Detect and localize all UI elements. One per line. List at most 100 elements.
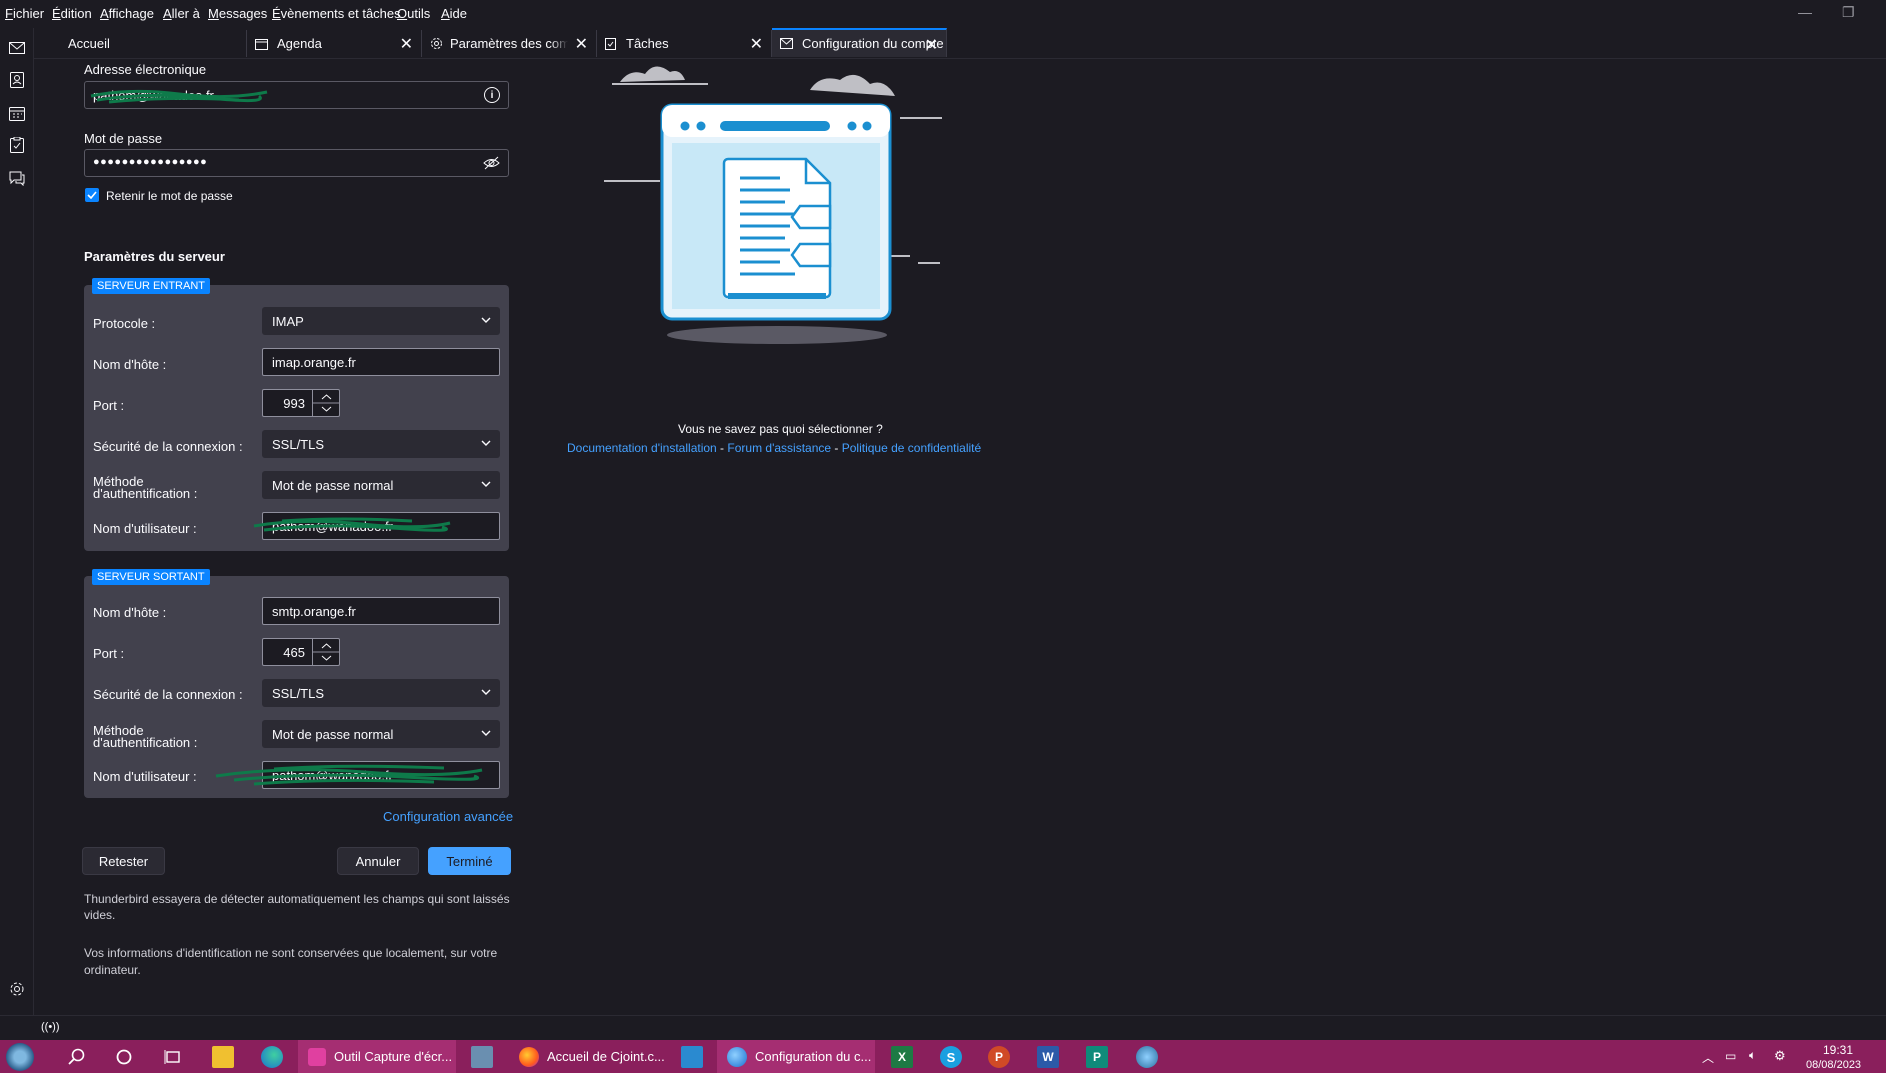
remember-password-label: Retenir le mot de passe: [106, 189, 233, 203]
protocol-value: IMAP: [272, 313, 304, 329]
chevron-down-icon: [481, 689, 491, 695]
settings-gear-icon: [431, 38, 442, 49]
tab-agenda[interactable]: Agenda ✕: [247, 30, 422, 57]
cortana-icon[interactable]: [113, 1046, 135, 1068]
outgoing-port-value: 465: [283, 645, 305, 660]
document-illustration: [604, 66, 942, 344]
calendar-icon[interactable]: [7, 103, 27, 123]
incoming-port-label: Port :: [93, 398, 125, 413]
cancel-button[interactable]: Annuler: [337, 847, 419, 875]
link-separator: -: [716, 441, 728, 455]
chevron-up-icon[interactable]: ︿: [1702, 1049, 1714, 1066]
link-separator: -: [831, 441, 842, 455]
hide-password-icon[interactable]: [483, 156, 500, 170]
tab-accueil[interactable]: Accueil: [34, 30, 247, 57]
installation-doc-link[interactable]: Documentation d'installation: [567, 441, 717, 455]
chevron-down-icon: [481, 440, 491, 446]
retest-button-label: Retester: [98, 853, 149, 869]
restore-icon[interactable]: ❐: [1842, 4, 1855, 21]
start-button-icon[interactable]: [6, 1043, 34, 1071]
store-icon[interactable]: [212, 1046, 234, 1068]
volume-icon[interactable]: 🔈︎: [1749, 1048, 1756, 1063]
incoming-auth-select[interactable]: Mot de passe normal: [262, 471, 500, 499]
powerpoint-icon[interactable]: P: [988, 1046, 1010, 1068]
incoming-username-label: Nom d'utilisateur :: [93, 521, 197, 536]
advanced-config-link[interactable]: Configuration avancée: [383, 809, 513, 824]
close-icon[interactable]: ✕: [575, 34, 588, 54]
menu-fichier[interactable]: Fichier: [5, 6, 44, 21]
clock-date[interactable]: 08/08/2023: [1806, 1059, 1861, 1071]
menu-outils[interactable]: Outils: [397, 6, 430, 21]
privacy-policy-link[interactable]: Politique de confidentialité: [842, 441, 981, 455]
close-icon[interactable]: ✕: [750, 34, 763, 54]
task-view-icon[interactable]: [162, 1046, 184, 1068]
tab-parametres-comptes[interactable]: Paramètres des comptes Co ✕: [422, 30, 597, 57]
calculator-icon[interactable]: [471, 1046, 493, 1068]
chat-icon[interactable]: [7, 168, 27, 188]
incoming-security-select[interactable]: SSL/TLS: [262, 430, 500, 458]
windows-taskbar: Outil Capture d'écr... Accueil de Cjoint…: [0, 1040, 1886, 1073]
password-field[interactable]: ●●●●●●●●●●●●●●●●: [84, 149, 509, 177]
tab-label: Paramètres des comptes Co: [450, 36, 568, 51]
menu-evenements-taches[interactable]: Évènements et tâches: [272, 6, 401, 21]
screen-capture-icon[interactable]: [681, 1046, 703, 1068]
support-forum-link[interactable]: Forum d'assistance: [727, 441, 831, 455]
online-status-icon[interactable]: ((•)): [41, 1021, 60, 1033]
email-field[interactable]: pathom@wanadoo.fr i: [84, 81, 509, 109]
autodetect-note: Thunderbird essayera de détecter automat…: [84, 892, 510, 922]
taskbar-app-snipping-tool[interactable]: Outil Capture d'écr...: [298, 1040, 456, 1073]
incoming-hostname-input[interactable]: imap.orange.fr: [262, 348, 500, 376]
mail-icon[interactable]: [7, 38, 27, 58]
edge-icon[interactable]: [261, 1046, 283, 1068]
tasks-icon[interactable]: [7, 135, 27, 155]
incoming-server-badge: SERVEUR ENTRANT: [92, 278, 210, 294]
settings-gear-icon[interactable]: ⚙︎: [1774, 1048, 1786, 1064]
stepper-up-down-icon: [313, 643, 340, 661]
incoming-port-stepper[interactable]: 993: [262, 389, 340, 417]
thunderbird-icon: [727, 1046, 747, 1067]
taskbar-app-firefox[interactable]: Accueil de Cjoint.c...: [509, 1040, 669, 1073]
chevron-down-icon: [481, 730, 491, 736]
protocol-select[interactable]: IMAP: [262, 307, 500, 335]
help-question: Vous ne savez pas quoi sélectionner ?: [678, 422, 883, 436]
menu-aide[interactable]: Aide: [441, 6, 467, 21]
tab-configuration-compte[interactable]: Configuration du compte ✕: [772, 28, 947, 57]
minimize-icon[interactable]: —: [1798, 4, 1812, 20]
taskbar-app-label: Accueil de Cjoint.c...: [547, 1049, 665, 1064]
menu-edition[interactable]: Édition: [52, 6, 92, 21]
clock-time[interactable]: 19:31: [1823, 1043, 1853, 1057]
network-app-icon[interactable]: [1136, 1046, 1158, 1068]
taskbar-app-thunderbird[interactable]: Configuration du c...: [717, 1040, 875, 1073]
tab-taches[interactable]: Tâches ✕: [597, 30, 772, 57]
incoming-server-panel: SERVEUR ENTRANT Protocole : IMAP Nom d'h…: [84, 278, 509, 551]
close-icon[interactable]: ✕: [400, 34, 413, 54]
info-icon[interactable]: i: [484, 87, 500, 103]
publisher-icon[interactable]: P: [1086, 1046, 1108, 1068]
network-icon[interactable]: ▭: [1725, 1049, 1736, 1063]
menu-aller-a[interactable]: Aller à: [163, 6, 200, 21]
menu-messages[interactable]: Messages: [208, 6, 267, 21]
outgoing-hostname-input[interactable]: smtp.orange.fr: [262, 597, 500, 625]
retest-button[interactable]: Retester: [82, 847, 165, 875]
settings-gear-icon[interactable]: [7, 979, 27, 999]
close-icon[interactable]: ✕: [925, 35, 938, 55]
outgoing-auth-select[interactable]: Mot de passe normal: [262, 720, 500, 748]
cancel-button-label: Annuler: [355, 853, 401, 869]
outgoing-auth-value: Mot de passe normal: [272, 726, 394, 742]
stepper-arrows[interactable]: [312, 639, 340, 665]
remember-password-checkbox[interactable]: [85, 188, 99, 202]
spaces-toolbar: [0, 28, 34, 1041]
incoming-hostname-label: Nom d'hôte :: [93, 357, 167, 372]
address-book-icon[interactable]: [7, 70, 27, 90]
outgoing-port-stepper[interactable]: 465: [262, 638, 340, 666]
taskbar-app-label: Outil Capture d'écr...: [334, 1049, 453, 1064]
outgoing-server-panel: SERVEUR SORTANT Nom d'hôte : smtp.orange…: [84, 569, 509, 798]
stepper-arrows[interactable]: [312, 390, 340, 416]
menu-affichage[interactable]: Affichage: [100, 6, 154, 21]
done-button[interactable]: Terminé: [428, 847, 511, 875]
word-icon[interactable]: W: [1037, 1046, 1059, 1068]
excel-icon[interactable]: X: [891, 1046, 913, 1068]
search-icon[interactable]: [66, 1046, 88, 1068]
outgoing-security-select[interactable]: SSL/TLS: [262, 679, 500, 707]
skype-icon[interactable]: S: [940, 1046, 962, 1068]
